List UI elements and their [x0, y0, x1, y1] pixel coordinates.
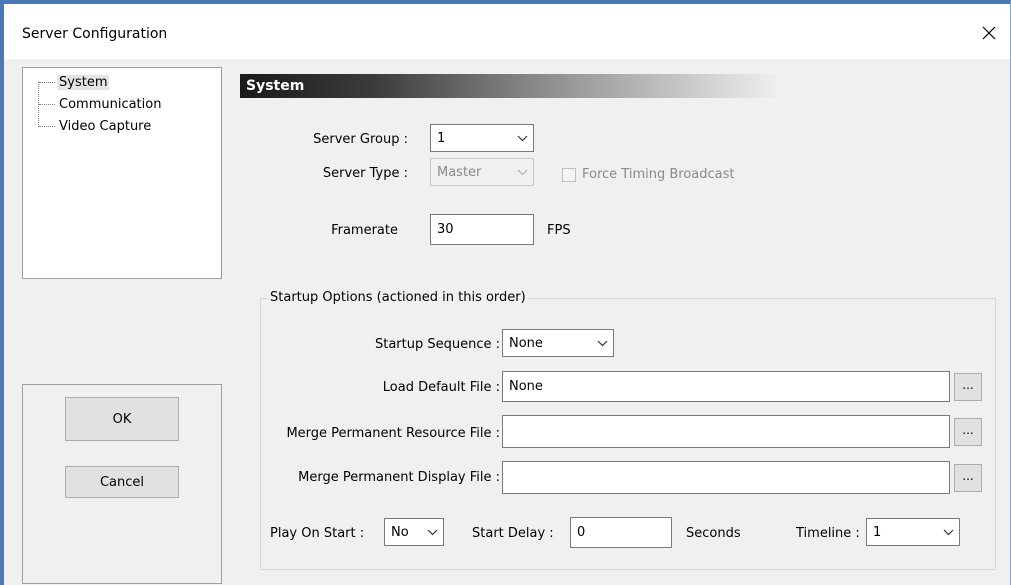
server-configuration-dialog: Server Configuration System Communicatio… — [0, 0, 1011, 585]
start-delay-label: Start Delay : — [472, 526, 554, 541]
chevron-down-icon — [511, 169, 533, 176]
force-timing-broadcast-checkbox[interactable]: Force Timing Broadcast — [562, 167, 735, 182]
tree-branch-line — [39, 125, 55, 127]
action-button-panel: OK Cancel — [22, 384, 222, 584]
tree-item-communication[interactable]: Communication — [39, 95, 163, 113]
tree-item-label: System — [57, 74, 110, 90]
timeline-value: 1 — [873, 524, 882, 540]
force-timing-broadcast-label: Force Timing Broadcast — [582, 167, 735, 182]
chevron-down-icon — [937, 529, 959, 536]
load-default-file-browse-button[interactable]: ... — [954, 373, 982, 401]
start-delay-input[interactable]: 0 — [570, 517, 672, 548]
chevron-down-icon — [591, 340, 613, 347]
framerate-input[interactable]: 30 — [430, 214, 534, 245]
merge-resource-file-browse-button[interactable]: ... — [954, 418, 982, 446]
startup-sequence-value: None — [509, 335, 543, 351]
merge-display-file-browse-button[interactable]: ... — [954, 464, 982, 492]
tree-branch-line — [39, 103, 55, 105]
ok-button[interactable]: OK — [65, 397, 179, 441]
merge-display-file-label: Merge Permanent Display File : — [298, 470, 500, 485]
play-on-start-label: Play On Start : — [270, 526, 365, 541]
tree-item-label: Video Capture — [59, 118, 152, 134]
framerate-label: Framerate — [331, 223, 398, 238]
navigation-tree: System Communication Video Capture — [22, 67, 222, 279]
play-on-start-select[interactable]: No — [384, 518, 444, 546]
close-button[interactable] — [974, 18, 1004, 48]
server-type-label: Server Type : — [322, 166, 408, 181]
startup-sequence-label: Startup Sequence : — [374, 337, 500, 352]
start-delay-unit: Seconds — [686, 526, 741, 541]
section-header: System — [240, 74, 780, 98]
tree-item-system[interactable]: System — [39, 73, 110, 91]
server-group-select[interactable]: 1 — [430, 124, 534, 152]
timeline-select[interactable]: 1 — [866, 518, 960, 546]
server-group-label: Server Group : — [313, 132, 408, 147]
load-default-file-input[interactable]: None — [502, 371, 950, 402]
server-group-value: 1 — [437, 130, 446, 146]
title-bar: Server Configuration — [4, 4, 1010, 59]
chevron-down-icon — [511, 135, 533, 142]
close-icon — [982, 26, 996, 40]
startup-options-title: Startup Options (actioned in this order) — [268, 290, 528, 305]
timeline-label: Timeline : — [796, 526, 860, 541]
startup-sequence-select[interactable]: None — [502, 329, 614, 357]
load-default-file-label: Load Default File : — [382, 380, 500, 395]
cancel-button[interactable]: Cancel — [65, 466, 179, 498]
window-title: Server Configuration — [22, 26, 168, 42]
merge-display-file-input[interactable] — [502, 461, 950, 494]
merge-resource-file-label: Merge Permanent Resource File : — [286, 426, 500, 441]
checkbox-box — [562, 167, 576, 182]
tree-item-label: Communication — [59, 96, 162, 112]
server-type-value: Master — [437, 164, 482, 180]
tree-branch-line — [39, 81, 55, 83]
tree-item-video-capture[interactable]: Video Capture — [39, 117, 153, 135]
framerate-unit: FPS — [547, 223, 571, 238]
merge-resource-file-input[interactable] — [502, 415, 950, 448]
server-type-select[interactable]: Master — [430, 158, 534, 186]
play-on-start-value: No — [391, 524, 409, 540]
chevron-down-icon — [421, 529, 443, 536]
